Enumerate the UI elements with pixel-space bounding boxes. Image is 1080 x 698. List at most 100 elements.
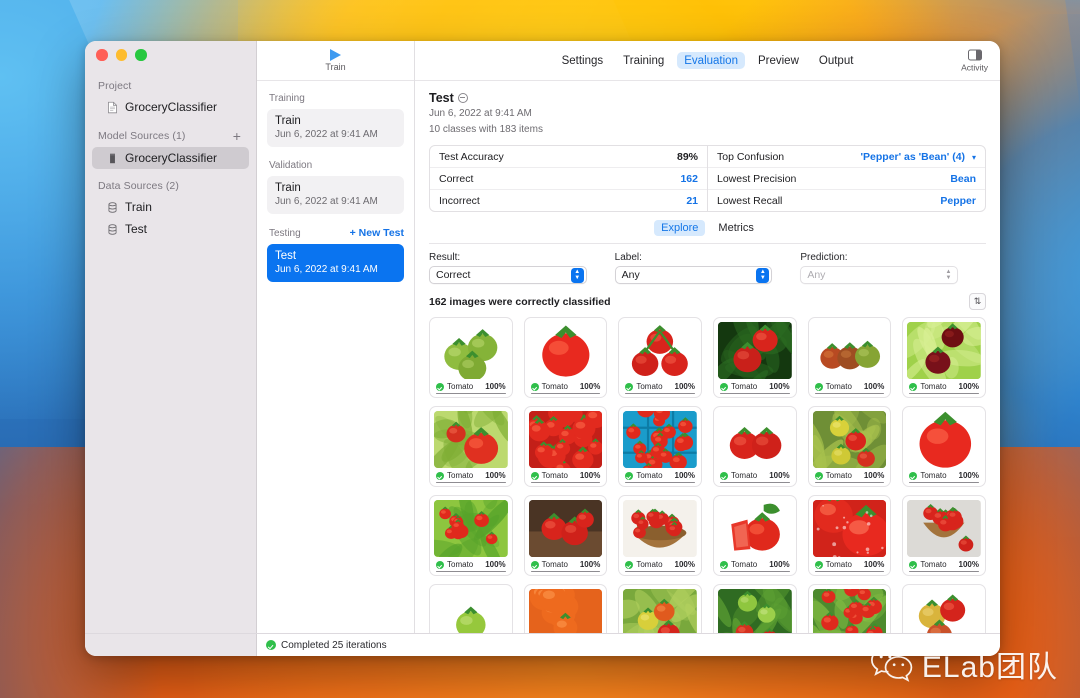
image-result-card[interactable]: Tomato100% [902,584,986,633]
metric-value[interactable]: Bean [950,173,976,185]
image-result-card[interactable]: Tomato100% [618,317,702,399]
card-confidence: 100% [769,382,790,391]
image-result-card[interactable]: Tomato100% [807,406,892,488]
session-title: Test [275,250,297,262]
section-divider [429,243,986,244]
session-card-test[interactable]: Test Jun 6, 2022 at 9:41 AM [267,244,404,282]
card-footer: Tomato 100% [434,468,508,480]
label-select[interactable]: Any ▲ ▼ [614,266,773,284]
image-result-card[interactable]: Tomato100% [902,317,986,399]
sidebar-item-test[interactable]: Test [92,218,249,240]
image-result-card[interactable]: Tomato100% [523,495,608,577]
metric-incorrect[interactable]: Incorrect 21 [430,189,707,211]
image-result-card[interactable]: Tomato100% [618,584,702,633]
metric-label: Lowest Precision [717,172,797,185]
image-result-card[interactable]: Tomato100% [429,495,513,577]
thumbnail-image [907,322,981,379]
sidebar-panel-icon [967,49,982,60]
status-bar: Completed 25 iterations [85,633,1000,656]
image-result-card[interactable]: Tomato100% [523,584,608,633]
sort-arrows-icon[interactable]: ⇅ [969,293,986,310]
confidence-bar [909,481,979,484]
metrics-column-right: Top Confusion 'Pepper' as 'Bean' (4) ▾ L… [707,146,985,211]
image-result-card[interactable]: Tomato100% [523,317,608,399]
metric-label: Test Accuracy [439,150,504,163]
new-test-button[interactable]: + New Test [350,227,404,239]
image-result-card[interactable]: Tomato100% [902,406,986,488]
card-confidence: 100% [674,471,695,481]
card-footer: Tomato 100% [623,557,697,569]
sidebar-item-train[interactable]: Train [92,196,249,218]
add-model-source-button[interactable]: + [233,129,243,143]
image-result-card[interactable]: Tomato100% [807,584,892,633]
section-label: Validation [269,160,313,171]
stepper-icon[interactable]: ▲ ▼ [942,268,955,283]
card-class-label: Tomato [730,471,758,481]
tab-preview[interactable]: Preview [751,52,806,69]
metric-value-group[interactable]: 'Pepper' as 'Bean' (4) ▾ [861,151,976,163]
session-date: Jun 6, 2022 at 9:41 AM [275,129,378,140]
tab-evaluation[interactable]: Evaluation [677,52,745,69]
card-confidence: 100% [958,471,979,481]
result-select[interactable]: Correct ▲ ▼ [429,266,587,284]
image-result-card[interactable]: Tomato100% [523,406,608,488]
image-result-card[interactable]: Tomato100% [712,584,797,633]
image-result-card[interactable]: Tomato100% [712,317,797,399]
session-card-training[interactable]: Train Jun 6, 2022 at 9:41 AM [267,109,404,147]
thumbnail-image [907,589,981,633]
activity-toggle-button[interactable]: Activity [961,49,988,72]
stepper-icon[interactable]: ▲ ▼ [570,267,584,283]
subtab-explore[interactable]: Explore [654,220,706,236]
metric-value[interactable]: 'Pepper' as 'Bean' (4) [861,151,966,163]
close-button[interactable] [96,49,108,61]
tab-settings[interactable]: Settings [555,52,611,69]
image-result-card[interactable]: Tomato100% [807,317,892,399]
image-result-card[interactable]: Tomato100% [807,495,892,577]
correct-check-icon [436,560,444,569]
tab-output[interactable]: Output [812,52,861,69]
sidebar-item-groceryclassifier-model[interactable]: GroceryClassifier [92,147,249,169]
metric-top-confusion[interactable]: Top Confusion 'Pepper' as 'Bean' (4) ▾ [708,146,985,167]
card-class-label: Tomato [541,560,568,570]
metric-value[interactable]: 162 [680,173,698,185]
thumbnail-image [812,589,887,633]
maximize-button[interactable] [135,49,147,61]
metric-value[interactable]: Pepper [940,195,976,207]
correct-check-icon [530,471,539,480]
metric-lowest-precision[interactable]: Lowest Precision Bean [708,167,985,189]
confidence-bar [719,481,790,484]
thumbnail-image [717,411,792,469]
metric-value: 89% [676,150,698,163]
test-summary: 10 classes with 183 items [429,123,543,135]
correct-check-icon [436,382,444,391]
subtab-metrics[interactable]: Metrics [711,220,760,236]
train-toolbar-button[interactable]: Train [257,41,414,81]
filter-row: Result: Correct ▲ ▼ Label: Any ▲ ▼ Predi… [429,252,986,284]
chevron-down-icon[interactable]: ▾ [972,153,976,162]
image-result-card[interactable]: Tomato100% [712,406,797,488]
metric-lowest-recall[interactable]: Lowest Recall Pepper [708,189,985,211]
card-footer: Tomato 100% [529,468,603,480]
sidebar-section-label: Project [98,80,132,92]
image-result-card[interactable]: Tomato100% [618,495,702,577]
card-confidence: 100% [579,471,601,481]
prediction-select[interactable]: Any ▲ ▼ [800,266,959,284]
stepper-icon[interactable]: ▲ ▼ [756,267,770,283]
confidence-bar [814,481,885,484]
image-result-card[interactable]: Tomato100% [429,406,513,488]
section-header-training: Training [269,93,404,104]
image-result-card[interactable]: Tomato100% [429,317,513,399]
sidebar-item-groceryclassifier-project[interactable]: GroceryClassifier [92,96,249,118]
card-footer: Tomato 100% [907,379,981,391]
metric-correct[interactable]: Correct 162 [430,167,707,189]
image-result-card[interactable]: Tomato100% [712,495,797,577]
image-result-card[interactable]: Tomato100% [429,584,513,633]
metric-value[interactable]: 21 [686,195,698,207]
image-result-card[interactable]: Tomato 100% [618,406,702,488]
session-card-validation[interactable]: Train Jun 6, 2022 at 9:41 AM [267,176,404,214]
metrics-summary-box: Test Accuracy 89% Correct 162 Incorrect … [429,145,986,212]
tab-training[interactable]: Training [616,52,671,69]
image-result-card[interactable]: Tomato100% [902,495,986,577]
card-class-label: Tomato [636,471,663,481]
minimize-button[interactable] [115,49,127,61]
